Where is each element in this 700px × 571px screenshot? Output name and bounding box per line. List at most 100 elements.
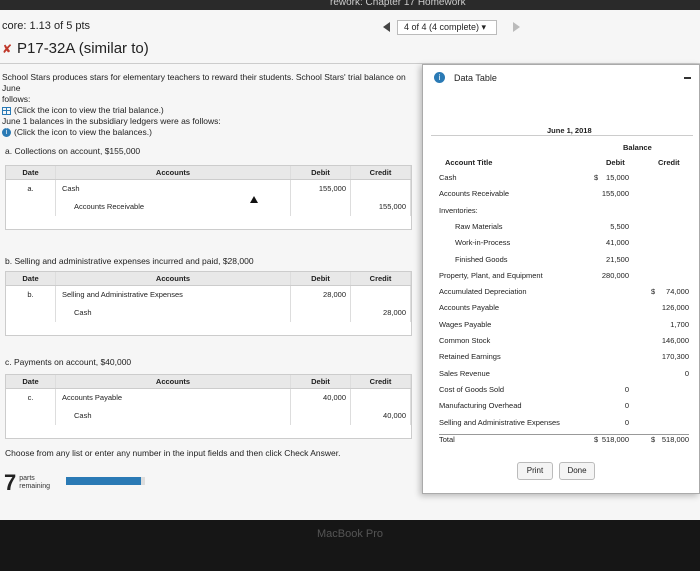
modal-title: Data Table — [454, 73, 497, 83]
account-title-header: Account Title — [445, 158, 493, 167]
account-name: Accounts Receivable — [439, 189, 510, 199]
trial-balance-row: Manufacturing Overhead 0 — [439, 401, 689, 414]
account-name: Inventories: — [439, 205, 478, 215]
account-name: Cash — [439, 173, 457, 182]
next-arrow-icon[interactable] — [513, 22, 520, 32]
trial-balance-row: Accumulated Depreciation $74,000 — [439, 287, 689, 300]
debit-account-select[interactable]: Selling and Administrative Expenses — [56, 286, 291, 304]
accounts-header: Accounts — [56, 375, 291, 388]
trial-balance-row: Cash $15,000 — [439, 173, 689, 186]
debit-value: 0 — [624, 401, 629, 411]
debit-amount-input[interactable]: 40,000 — [291, 389, 351, 407]
credit-column-header: Credit — [658, 158, 680, 167]
account-name: Sales Revenue — [439, 368, 490, 378]
trial-balance-date: June 1, 2018 — [547, 126, 592, 135]
trial-balance-row: Finished Goods 21,500 — [439, 255, 689, 268]
info-icon: i — [434, 72, 445, 83]
debit-amount-input[interactable]: 155,000 — [291, 180, 351, 198]
journal-entry-b: Date Accounts Debit Credit b. Selling an… — [5, 271, 412, 336]
debit-value: 518,000 — [601, 434, 629, 444]
trial-balance-row: Retained Earnings 170,300 — [439, 352, 689, 365]
debit-column-header: Debit — [606, 158, 625, 167]
entry-date: c. — [6, 389, 56, 407]
balances-link[interactable]: i (Click the icon to view the balances.) — [2, 127, 422, 138]
entry-b-label: b. Selling and administrative expenses i… — [5, 256, 254, 266]
debit-amount-input[interactable]: 28,000 — [291, 286, 351, 304]
app-screen: rework: Chapter 17 Homework core: 1.13 o… — [0, 0, 700, 520]
modal-header: i Data Table — [423, 65, 699, 91]
credit-amount-input[interactable] — [351, 286, 411, 304]
accounts-header: Accounts — [56, 272, 291, 285]
parts-label: parts — [19, 475, 35, 482]
debit-amount-input[interactable] — [291, 304, 351, 322]
trial-balance-row: Work-in-Process 41,000 — [439, 238, 689, 251]
credit-value: 146,000 — [661, 336, 689, 345]
entry-date: a. — [6, 180, 56, 198]
account-name: Wages Payable — [439, 319, 492, 329]
info-icon[interactable]: i — [2, 128, 11, 137]
debit-value: 155,000 — [601, 189, 629, 199]
table-icon[interactable] — [2, 106, 11, 115]
debit-currency: $ — [594, 434, 599, 444]
trial-balance-row: Cost of Goods Sold 0 — [439, 385, 689, 398]
debit-amount-input[interactable] — [291, 198, 351, 216]
credit-currency: $ — [651, 287, 656, 297]
account-name: Work-in-Process — [455, 238, 511, 248]
previous-arrow-icon[interactable] — [383, 22, 390, 32]
intro-line-2: follows: — [2, 94, 31, 104]
debit-value: 280,000 — [601, 270, 629, 280]
instruction-text: Choose from any list or enter any number… — [5, 448, 341, 458]
done-button[interactable]: Done — [559, 462, 595, 480]
debit-header: Debit — [291, 272, 351, 285]
question-status-dropdown[interactable]: 4 of 4 (4 complete) ▾ — [397, 20, 497, 35]
parts-remaining: 7 parts remaining — [4, 470, 50, 496]
debit-header: Debit — [291, 375, 351, 388]
date-underline — [431, 135, 693, 136]
credit-amount-input[interactable]: 28,000 — [351, 304, 411, 322]
window-title: rework: Chapter 17 Homework — [330, 0, 466, 8]
credit-value: 74,000 — [666, 287, 689, 297]
trial-balance-row: Selling and Administrative Expenses 0 — [439, 418, 689, 431]
bezel-label: MacBook Pro — [316, 528, 384, 540]
credit-amount-input[interactable]: 155,000 — [351, 198, 411, 216]
trial-balance-row: Accounts Receivable 155,000 — [439, 189, 689, 202]
account-name: Total — [439, 434, 455, 444]
account-name: Accumulated Depreciation — [439, 287, 527, 297]
progress-bar — [66, 477, 145, 485]
account-name: Selling and Administrative Expenses — [439, 417, 560, 427]
intro-line-3: June 1 balances in the subsidiary ledger… — [2, 116, 221, 126]
minimize-icon[interactable] — [684, 77, 691, 79]
window-title-bar: rework: Chapter 17 Homework — [0, 0, 700, 10]
laptop-bezel: MacBook Pro — [0, 520, 700, 571]
credit-value: 126,000 — [661, 303, 689, 313]
debit-value: 0 — [624, 417, 629, 427]
progress-fill — [66, 477, 142, 485]
debit-header: Debit — [291, 166, 351, 179]
credit-account-select[interactable]: Cash — [56, 407, 291, 425]
problem-intro: School Stars produces stars for elementa… — [2, 72, 422, 138]
credit-value: 1,700 — [670, 319, 689, 329]
parts-count: 7 — [4, 470, 17, 495]
credit-currency: $ — [651, 434, 656, 444]
entry-date: b. — [6, 286, 56, 304]
data-table-modal: i Data Table June 1, 2018 Balance Accoun… — [422, 64, 700, 494]
date-header: Date — [6, 272, 56, 285]
credit-amount-input[interactable] — [351, 180, 411, 198]
account-name: Cost of Goods Sold — [439, 384, 505, 394]
print-button[interactable]: Print — [517, 462, 553, 480]
credit-account-select[interactable]: Cash — [56, 304, 291, 322]
account-name: Retained Earnings — [439, 352, 501, 362]
debit-value: 5,500 — [610, 221, 629, 231]
trial-balance-row: Property, Plant, and Equipment 280,000 — [439, 271, 689, 284]
debit-account-select[interactable]: Accounts Payable — [56, 389, 291, 407]
date-header: Date — [6, 375, 56, 388]
credit-value: 0 — [684, 368, 689, 378]
journal-entry-c: Date Accounts Debit Credit c. Accounts P… — [5, 374, 412, 439]
entry-c-label: c. Payments on account, $40,000 — [5, 357, 132, 367]
trial-balance-link[interactable]: (Click the icon to view the trial balanc… — [2, 105, 422, 116]
intro-line-1: School Stars produces stars for elementa… — [2, 72, 406, 93]
credit-amount-input[interactable]: 40,000 — [351, 407, 411, 425]
credit-amount-input[interactable] — [351, 389, 411, 407]
debit-amount-input[interactable] — [291, 407, 351, 425]
question-nav: 4 of 4 (4 complete) ▾ — [383, 20, 528, 35]
